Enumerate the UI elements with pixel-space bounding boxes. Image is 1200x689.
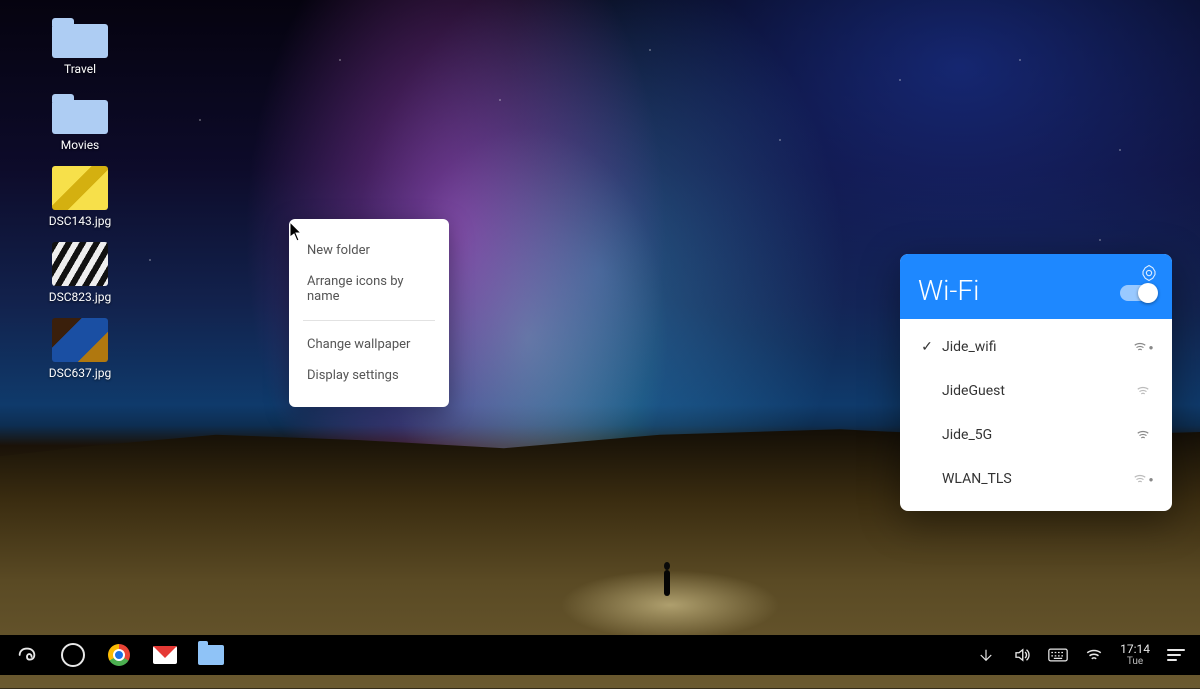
desktop-image-1[interactable]: DSC143.jpg <box>30 166 130 228</box>
wifi-signal-icon <box>1132 384 1154 398</box>
toggle-knob <box>1138 283 1158 303</box>
wifi-network-item[interactable]: JideGuest <box>900 369 1172 413</box>
keyboard-icon[interactable] <box>1048 645 1068 665</box>
taskbar-right: 17:14 Tue <box>976 643 1200 667</box>
wallpaper-figure <box>660 560 674 608</box>
icon-label: Travel <box>64 62 96 76</box>
icon-label: Movies <box>61 138 100 152</box>
wifi-panel-header: Wi-Fi <box>900 254 1172 319</box>
launcher-icon[interactable] <box>14 642 40 668</box>
wifi-network-name: JideGuest <box>936 383 1132 399</box>
context-change-wallpaper[interactable]: Change wallpaper <box>289 329 449 360</box>
volume-icon[interactable] <box>1012 645 1032 665</box>
lock-icon: ● <box>1149 475 1154 484</box>
wifi-toggle[interactable] <box>1120 285 1156 301</box>
wifi-network-name: WLAN_TLS <box>936 471 1132 487</box>
desktop-folder-movies[interactable]: Movies <box>30 90 130 152</box>
wifi-signal-icon <box>1132 428 1154 442</box>
wifi-quick-panel: Wi-Fi ✓ Jide_wifi ● JideGuest Jide_5G <box>900 254 1172 511</box>
wifi-network-list: ✓ Jide_wifi ● JideGuest Jide_5G WLAN_TLS <box>900 319 1172 511</box>
wifi-network-item[interactable]: Jide_5G <box>900 413 1172 457</box>
wifi-signal-icon: ● <box>1132 340 1154 354</box>
desktop-image-2[interactable]: DSC823.jpg <box>30 242 130 304</box>
wifi-network-item[interactable]: WLAN_TLS ● <box>900 457 1172 501</box>
icon-label: DSC143.jpg <box>49 214 112 228</box>
desktop-folder-travel[interactable]: Travel <box>30 14 130 76</box>
folder-icon <box>52 90 108 134</box>
files-icon[interactable] <box>198 642 224 668</box>
image-thumbnail <box>52 318 108 362</box>
lock-icon: ● <box>1149 343 1154 352</box>
clock-time: 17:14 <box>1120 643 1150 656</box>
taskbar-clock[interactable]: 17:14 Tue <box>1120 643 1150 667</box>
desktop-image-3[interactable]: DSC637.jpg <box>30 318 130 380</box>
desktop-context-menu: New folder Arrange icons by name Change … <box>289 219 449 407</box>
image-thumbnail <box>52 242 108 286</box>
check-icon: ✓ <box>918 339 936 355</box>
icon-label: DSC637.jpg <box>49 366 112 380</box>
menu-icon[interactable] <box>1166 645 1186 665</box>
taskbar-left <box>0 642 224 668</box>
gmail-icon[interactable] <box>152 642 178 668</box>
folder-icon <box>52 14 108 58</box>
wifi-signal-icon: ● <box>1132 472 1154 486</box>
wifi-network-name: Jide_5G <box>936 427 1132 443</box>
show-desktop-icon[interactable] <box>976 645 996 665</box>
wifi-panel-title: Wi-Fi <box>918 274 1154 307</box>
settings-icon[interactable] <box>1140 264 1158 282</box>
icon-label: DSC823.jpg <box>49 290 112 304</box>
search-icon[interactable] <box>60 642 86 668</box>
wifi-network-item[interactable]: ✓ Jide_wifi ● <box>900 325 1172 369</box>
chrome-icon[interactable] <box>106 642 132 668</box>
wifi-tray-icon[interactable] <box>1084 645 1104 665</box>
taskbar: 17:14 Tue <box>0 635 1200 675</box>
context-divider <box>303 320 435 321</box>
image-thumbnail <box>52 166 108 210</box>
clock-day: Tue <box>1120 656 1150 667</box>
wifi-network-name: Jide_wifi <box>936 339 1132 355</box>
context-arrange-icons[interactable]: Arrange icons by name <box>289 266 449 312</box>
context-display-settings[interactable]: Display settings <box>289 360 449 391</box>
desktop-icons-area: Travel Movies DSC143.jpg DSC823.jpg DSC6… <box>0 0 140 380</box>
context-new-folder[interactable]: New folder <box>289 235 449 266</box>
